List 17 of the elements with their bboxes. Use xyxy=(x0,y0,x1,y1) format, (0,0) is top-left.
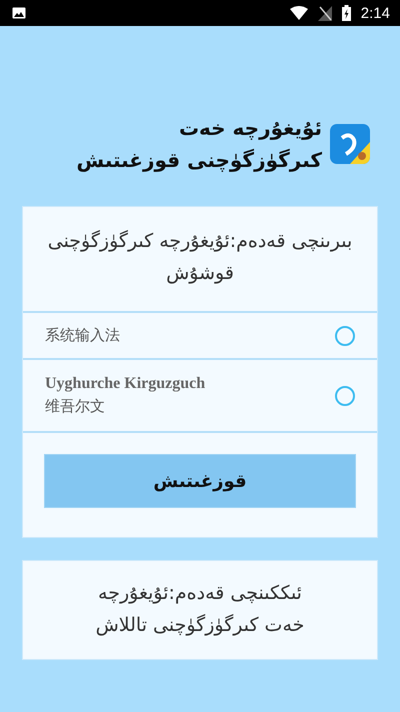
image-icon xyxy=(12,7,26,19)
step-heading: ئىككىنچى قەدەم:ئۇيغۇرچە خەت كىرگۈزگۈچنى تاللاش xyxy=(94,581,306,638)
clock-time: 2:14 xyxy=(360,4,390,22)
battery-charging-icon xyxy=(342,5,351,21)
option-label: Uyghurche Kirguzguch xyxy=(45,375,206,393)
app-icon xyxy=(330,124,370,164)
step-heading: بىرىنچى قەدەم:ئۇيغۇرچە كىرگۈزگۈچنى قوشۇش xyxy=(46,229,354,286)
wifi-icon xyxy=(290,6,308,20)
radio-button[interactable] xyxy=(335,326,355,346)
enable-button[interactable]: قوزغىتىش xyxy=(44,454,356,508)
no-signal-icon xyxy=(318,6,332,20)
radio-button[interactable] xyxy=(335,386,355,406)
input-method-option[interactable]: Uyghurche Kirguzguch 维吾尔文 xyxy=(23,358,377,431)
app-title: ئۇيغۇرچە خەت كىرگۈزگۈچنى قوزغىتىش xyxy=(76,115,322,174)
input-method-option[interactable]: 系统输入法 xyxy=(23,311,377,358)
option-sublabel: 维吾尔文 xyxy=(45,397,106,416)
option-label: 系统输入法 xyxy=(45,326,121,345)
